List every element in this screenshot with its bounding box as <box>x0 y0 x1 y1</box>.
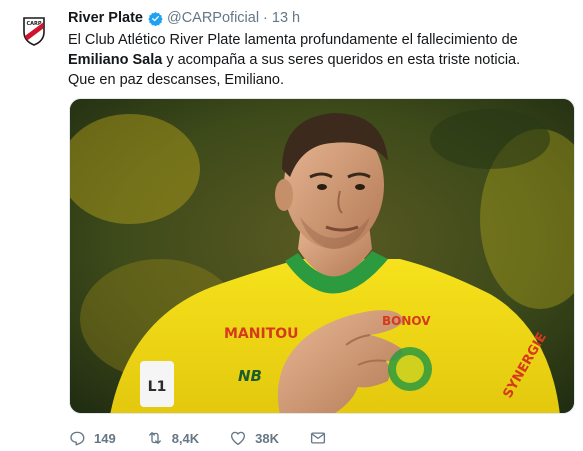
retweet-button[interactable]: 8,4K <box>146 429 199 447</box>
envelope-icon <box>310 432 326 444</box>
heart-icon <box>231 431 246 446</box>
tweet-text-bold: Emiliano Sala <box>68 52 163 68</box>
tweet-text: El Club Atlético River Plate lamenta pro… <box>68 30 573 90</box>
verified-badge-icon <box>148 11 163 26</box>
author-avatar[interactable]: CARP <box>14 10 54 50</box>
reply-count: 149 <box>94 430 116 446</box>
direct-message-button[interactable] <box>309 429 335 447</box>
header-separator: · <box>263 10 268 26</box>
svg-text:L1: L1 <box>148 379 167 395</box>
like-count: 38K <box>255 430 280 446</box>
tweet-actions: 149 8,4K 38K <box>68 428 365 448</box>
partner-text: BONOV <box>382 314 431 328</box>
reply-button[interactable]: 149 <box>68 429 116 447</box>
retweet-icon <box>148 432 161 444</box>
tweet-text-line1: El Club Atlético River Plate lamenta pro… <box>68 30 573 70</box>
player-photo: L1 MANITOU NB BONOV SYNERGIE <box>70 99 574 413</box>
like-button[interactable]: 38K <box>229 429 279 447</box>
tweet-header: River Plate @CARPoficial · 13 h <box>68 9 300 27</box>
tweet-photo[interactable]: L1 MANITOU NB BONOV SYNERGIE <box>69 98 575 414</box>
author-name[interactable]: River Plate <box>68 10 143 26</box>
retweet-count: 8,4K <box>171 430 200 446</box>
svg-text:CARP: CARP <box>26 21 41 27</box>
tweet-timestamp[interactable]: 13 h <box>272 10 300 26</box>
river-plate-crest-icon: CARP <box>14 10 54 50</box>
author-handle[interactable]: @CARPoficial <box>167 10 259 26</box>
tweet-text-line2: Que en paz descanses, Emiliano. <box>68 72 285 88</box>
tweet-text-segment: El Club Atlético River Plate lamenta pro… <box>68 32 518 48</box>
tweet-text-segment: y acompaña a sus seres queridos en esta … <box>162 52 521 68</box>
kit-brand-text: NB <box>238 367 262 385</box>
tweet-card[interactable]: CARP River Plate @CARPoficial · 13 h El … <box>0 0 583 451</box>
reply-icon <box>70 431 85 446</box>
sponsor-text: MANITOU <box>224 326 299 342</box>
